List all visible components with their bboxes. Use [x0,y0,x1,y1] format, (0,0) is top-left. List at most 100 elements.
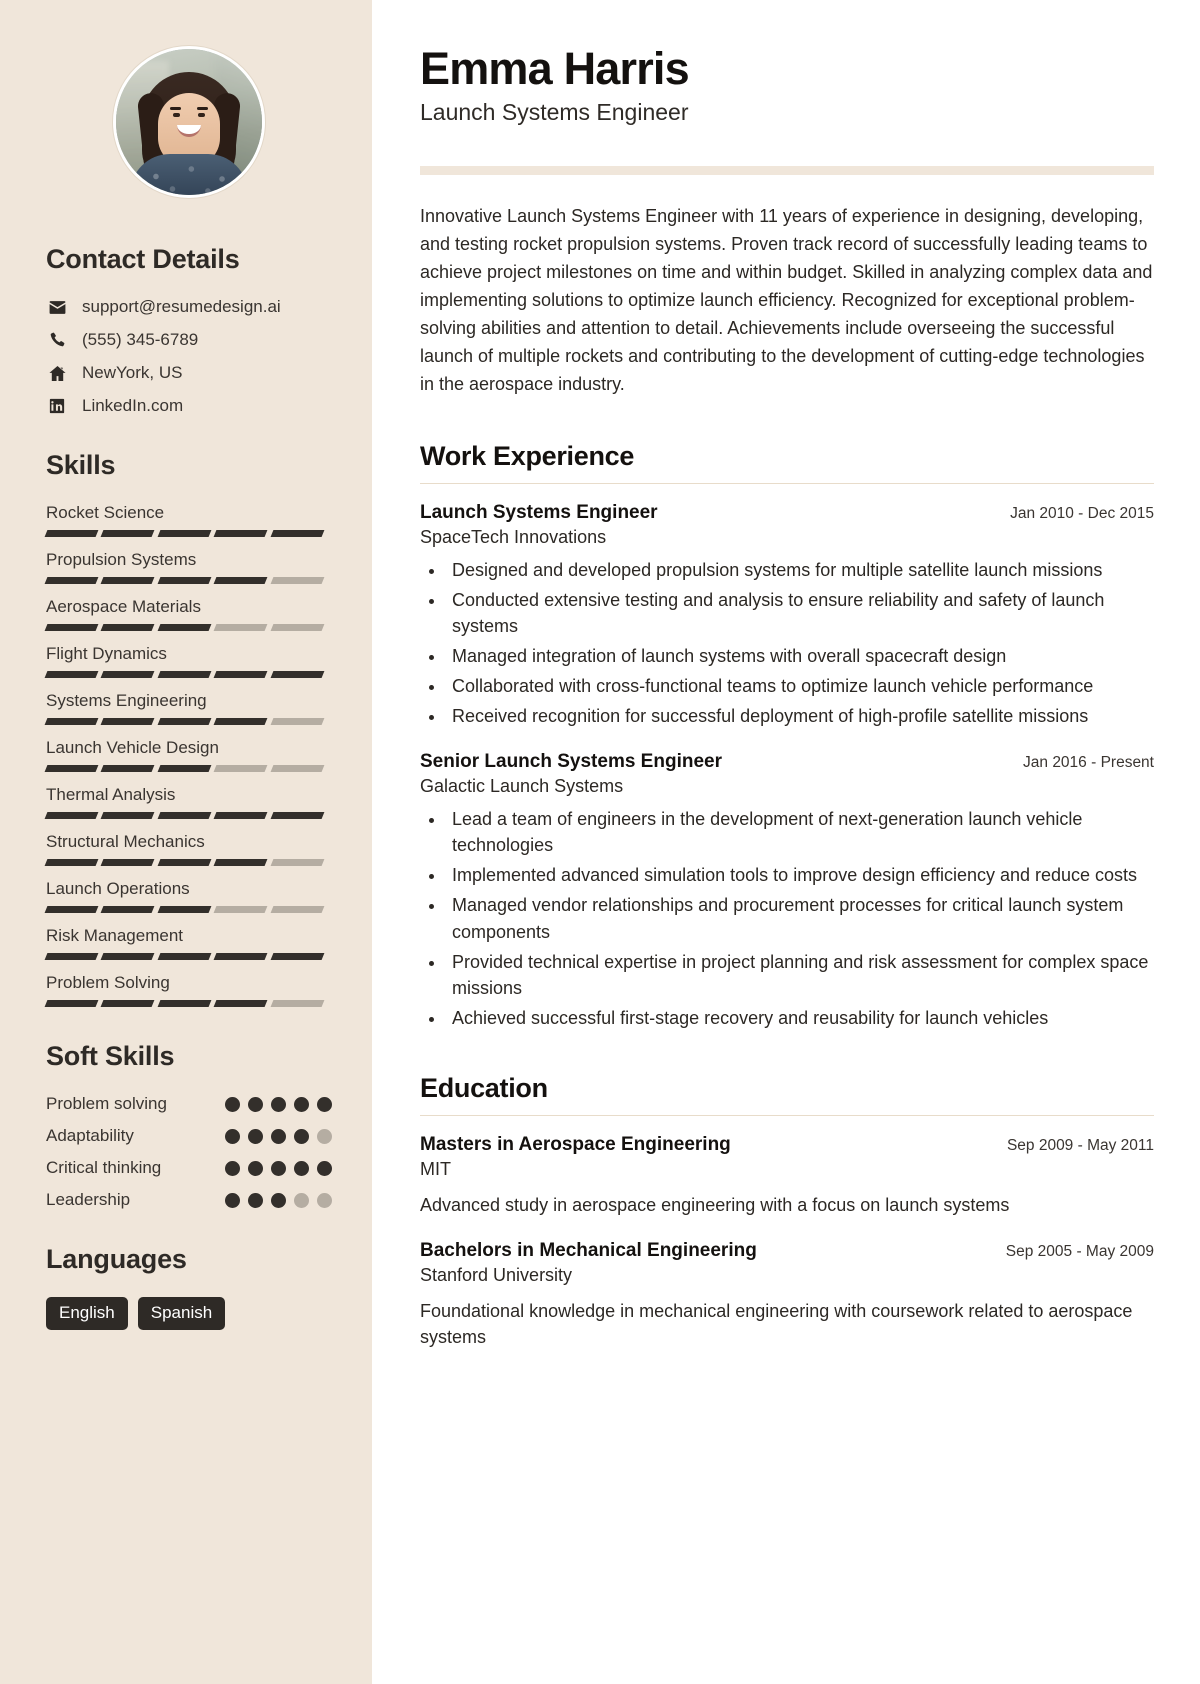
skill-level-bar [44,906,325,913]
rating-dot [317,1192,332,1208]
skill-bar-segment [44,953,99,960]
rating-dot [317,1160,332,1176]
work-experience-list: Launch Systems Engineer Jan 2010 - Dec 20… [420,502,1154,1031]
skill-bar-segment [100,577,156,584]
rating-dot [294,1160,309,1176]
soft-skill-row: Leadership [46,1190,332,1210]
rating-dot [225,1192,240,1208]
skill-bar-segment [270,718,325,725]
skill-bar-segment [213,859,269,866]
entry-bullet-list: Lead a team of engineers in the developm… [446,806,1154,1031]
skill-bar-segment [100,859,156,866]
entry-date: Sep 2009 - May 2011 [1006,1136,1154,1154]
rating-dot [317,1128,332,1144]
contact-section: Contact Details support@resumedesign.ai (… [46,244,332,416]
skill-item: Thermal Analysis [44,785,332,819]
skill-item: Flight Dynamics [44,644,332,678]
skill-level-bar [44,812,325,819]
skill-label: Launch Operations [46,879,190,898]
entry-bullet: Collaborated with cross-functional teams… [446,673,1154,699]
skill-item: Rocket Science [44,503,332,537]
envelope-icon [46,298,68,317]
rating-dot [271,1160,286,1176]
soft-skills-list: Problem solving Adaptability Critical thin… [46,1094,332,1210]
rating-dot [248,1160,263,1176]
entry-bullet: Managed integration of launch systems wi… [446,643,1154,669]
rating-dot [248,1096,263,1112]
work-entry: Launch Systems Engineer Jan 2010 - Dec 20… [420,502,1154,730]
skill-bar-segment [270,624,325,631]
home-icon [46,364,68,383]
entry-organization: MIT [420,1158,451,1179]
entry-header: Masters in Aerospace Engineering Sep 2009… [420,1134,1154,1156]
skill-bar-segment [100,671,156,678]
skill-item: Launch Vehicle Design [44,738,332,772]
entry-title: Bachelors in Mechanical Engineering [420,1240,757,1262]
rating-dot [317,1096,332,1112]
entry-date: Jan 2010 - Dec 2015 [1010,504,1154,522]
skill-item: Aerospace Materials [44,597,332,631]
skills-list: Rocket Science Propulsion Systems Aerospac… [44,503,332,1007]
work-experience-heading: Work Experience [420,440,635,471]
skill-bar-segment [213,671,269,678]
skill-item: Problem Solving [44,973,332,1007]
entry-description: Foundational knowledge in mechanical eng… [420,1301,1133,1348]
contact-heading: Contact Details [46,244,240,274]
skills-section: Skills Rocket Science Propulsion Systems A… [44,450,332,1007]
rating-dot [294,1096,309,1112]
education-entry: Masters in Aerospace Engineering Sep 2009… [420,1134,1154,1218]
skill-bar-segment [44,718,99,725]
skill-item: Propulsion Systems [44,550,332,584]
section-divider [420,1114,1154,1116]
skill-bar-segment [270,530,325,537]
skill-item: Structural Mechanics [44,832,332,866]
skill-bar-segment [157,577,212,584]
skill-bar-segment [213,765,269,772]
entry-title: Masters in Aerospace Engineering [420,1133,731,1155]
soft-skill-row: Problem solving [46,1094,332,1114]
skill-level-bar [44,624,325,631]
linkedin-icon [46,397,68,415]
rating-dot [225,1160,240,1176]
skill-bar-segment [157,812,212,819]
entry-bullet: Managed vendor relationships and procure… [446,892,1154,944]
skill-bar-segment [44,812,99,819]
contact-row[interactable]: LinkedIn.com [46,396,332,416]
resume-page: Contact Details support@resumedesign.ai (… [0,0,1200,1684]
skill-bar-segment [213,577,269,584]
section-divider [420,482,1154,484]
education-list: Masters in Aerospace Engineering Sep 2009… [420,1134,1154,1350]
work-entry: Senior Launch Systems Engineer Jan 2016 -… [420,751,1154,1031]
skill-bar-segment [270,906,325,913]
entry-bullet: Provided technical expertise in project … [446,949,1154,1001]
skill-bar-segment [213,624,269,631]
entry-bullet: Implemented advanced simulation tools to… [446,862,1154,888]
phone-icon [46,331,68,349]
skill-bar-segment [44,624,99,631]
entry-bullet: Lead a team of engineers in the developm… [446,806,1154,858]
skill-bar-segment [100,765,156,772]
skill-level-bar [44,577,325,584]
rating-dot [294,1128,309,1144]
soft-skills-heading: Soft Skills [46,1041,175,1071]
skill-level-bar [44,718,325,725]
skill-bar-segment [44,765,99,772]
rating-dot [248,1192,263,1208]
skill-bar-segment [270,577,325,584]
skill-bar-segment [100,624,156,631]
rating-dot [294,1192,309,1208]
skill-label: Rocket Science [46,503,165,522]
skill-bar-segment [157,718,212,725]
entry-organization: SpaceTech Innovations [420,526,607,547]
skill-bar-segment [270,765,325,772]
contact-row[interactable]: NewYork, US [46,363,332,383]
languages-list: English Spanish [46,1297,332,1330]
language-tag[interactable]: English [46,1297,128,1330]
contact-row[interactable]: (555) 345-6789 [46,330,332,350]
skill-bar-segment [213,812,269,819]
language-tag[interactable]: Spanish [137,1297,226,1330]
skill-item: Risk Management [44,926,332,960]
contact-row[interactable]: support@resumedesign.ai [46,297,332,317]
skill-level-bar [44,530,325,537]
skill-bar-segment [213,1000,269,1007]
